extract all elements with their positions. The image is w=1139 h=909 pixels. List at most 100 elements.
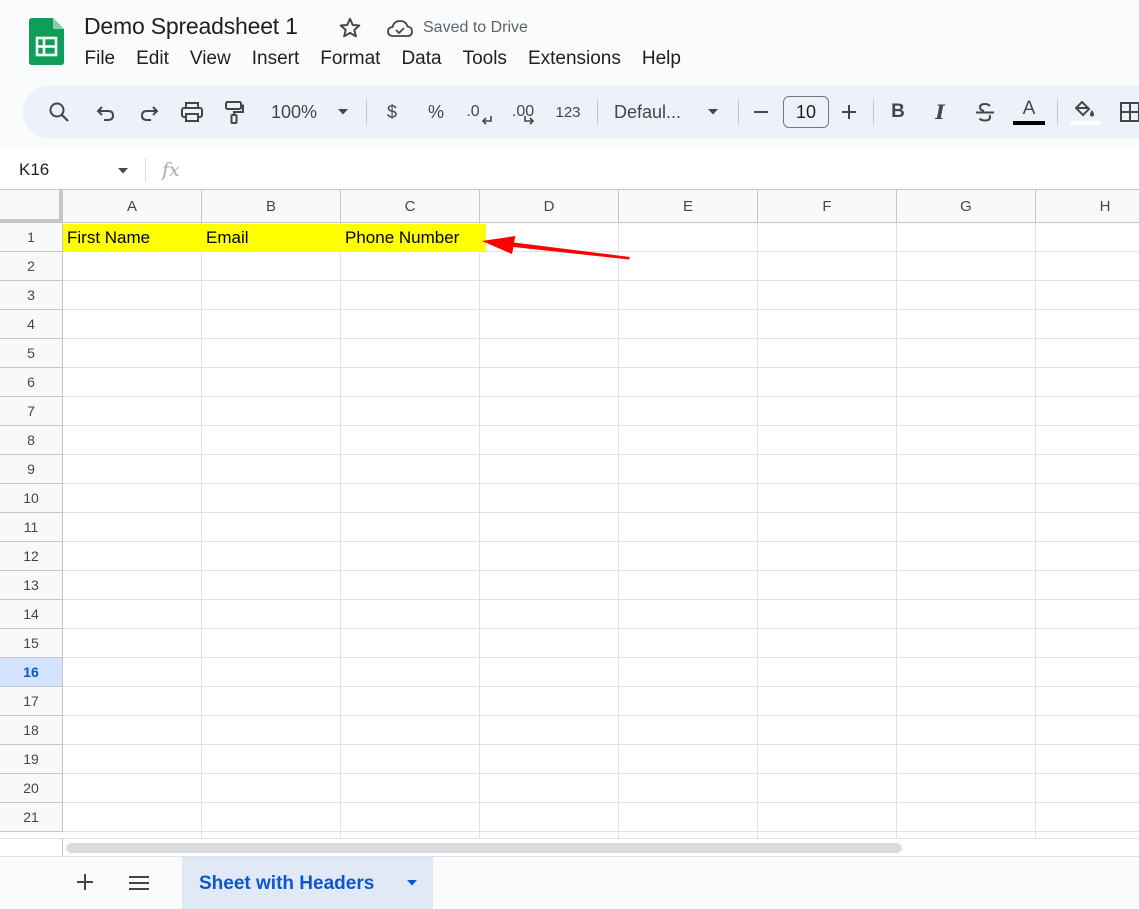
toolbar-divider xyxy=(597,99,598,125)
percent-button[interactable]: % xyxy=(422,86,450,138)
menu-file[interactable]: File xyxy=(74,48,126,72)
row-header-9[interactable]: 9 xyxy=(0,455,63,484)
row-gridline xyxy=(63,425,1139,426)
italic-button[interactable]: I xyxy=(928,86,952,138)
row-header-20[interactable]: 20 xyxy=(0,774,63,803)
row-gridline xyxy=(63,338,1139,339)
name-box[interactable]: K16 xyxy=(19,160,49,180)
row-gridline xyxy=(63,280,1139,281)
add-sheet-button[interactable] xyxy=(72,869,98,895)
column-header-e[interactable]: E xyxy=(619,190,758,223)
column-gridline xyxy=(201,223,202,838)
row-gridline xyxy=(63,309,1139,310)
caret-down-icon[interactable] xyxy=(117,167,129,175)
cell-b1[interactable]: Email xyxy=(202,224,341,252)
row-header-15[interactable]: 15 xyxy=(0,629,63,658)
increase-decimal-button[interactable]: .00 xyxy=(506,86,542,138)
menu-bar: File Edit View Insert Format Data Tools … xyxy=(74,48,691,72)
more-formats-button[interactable]: 123 xyxy=(552,86,584,138)
sheet-tab-active[interactable]: Sheet with Headers xyxy=(182,857,433,909)
column-header-d[interactable]: D xyxy=(480,190,619,223)
undo-button[interactable] xyxy=(92,86,120,138)
text-color-button[interactable]: A xyxy=(1010,86,1048,138)
horizontal-scrollbar[interactable] xyxy=(63,838,1139,856)
toolbar-divider xyxy=(738,99,739,125)
row-header-1[interactable]: 1 xyxy=(0,223,63,252)
row-header-12[interactable]: 12 xyxy=(0,542,63,571)
row-header-10[interactable]: 10 xyxy=(0,484,63,513)
paint-format-button[interactable] xyxy=(221,86,247,138)
font-family-select[interactable]: Defaul... xyxy=(614,86,692,138)
font-size-input[interactable]: 10 xyxy=(783,96,829,128)
currency-button[interactable]: $ xyxy=(380,86,404,138)
menu-tools[interactable]: Tools xyxy=(452,48,517,72)
bold-button[interactable]: B xyxy=(886,86,910,138)
row-gridline xyxy=(63,802,1139,803)
redo-button[interactable] xyxy=(135,86,163,138)
formula-bar-divider xyxy=(145,158,146,182)
all-sheets-menu-icon[interactable] xyxy=(126,871,152,895)
column-header-f[interactable]: F xyxy=(758,190,897,223)
spreadsheet-grid[interactable]: A B C D E F G H First Name Email Phone N… xyxy=(0,190,1139,838)
caret-down-icon xyxy=(338,109,348,115)
menu-extensions[interactable]: Extensions xyxy=(517,48,631,72)
row-header-16[interactable]: 16 xyxy=(0,658,63,687)
row-header-21[interactable]: 21 xyxy=(0,803,63,832)
menu-format[interactable]: Format xyxy=(310,48,391,72)
print-button[interactable] xyxy=(178,86,206,138)
select-all-corner[interactable] xyxy=(0,190,63,223)
menu-edit[interactable]: Edit xyxy=(126,48,180,72)
row-header-3[interactable]: 3 xyxy=(0,281,63,310)
menu-view[interactable]: View xyxy=(179,48,241,72)
row-header-17[interactable]: 17 xyxy=(0,687,63,716)
borders-button[interactable] xyxy=(1116,86,1139,138)
row-header-14[interactable]: 14 xyxy=(0,600,63,629)
row-gridline xyxy=(63,570,1139,571)
row-header-18[interactable]: 18 xyxy=(0,716,63,745)
cloud-saved-icon[interactable] xyxy=(386,17,414,39)
formula-input[interactable] xyxy=(195,158,1115,182)
row-header-2[interactable]: 2 xyxy=(0,252,63,281)
row-header-4[interactable]: 4 xyxy=(0,310,63,339)
menu-data[interactable]: Data xyxy=(391,48,452,72)
menu-help[interactable]: Help xyxy=(631,48,691,72)
document-title[interactable]: Demo Spreadsheet 1 xyxy=(84,13,298,40)
font-dropdown-button[interactable] xyxy=(704,86,722,138)
increase-font-size-button[interactable] xyxy=(838,86,860,138)
column-gridline xyxy=(618,223,619,838)
search-button[interactable] xyxy=(44,86,74,138)
row-gridline xyxy=(63,628,1139,629)
menu-insert[interactable]: Insert xyxy=(241,48,310,72)
fx-icon: fx xyxy=(162,159,180,181)
row-gridline xyxy=(63,483,1139,484)
star-icon[interactable] xyxy=(337,15,363,41)
undo-icon xyxy=(96,106,115,121)
cell-c1[interactable]: Phone Number xyxy=(341,224,486,252)
caret-down-icon[interactable] xyxy=(406,879,418,887)
row-header-5[interactable]: 5 xyxy=(0,339,63,368)
column-header-a[interactable]: A xyxy=(63,190,202,223)
sheets-logo-icon[interactable] xyxy=(29,18,64,65)
decrease-decimal-label: .0 xyxy=(466,103,480,120)
zoom-dropdown-button[interactable] xyxy=(334,86,352,138)
row-header-13[interactable]: 13 xyxy=(0,571,63,600)
strikethrough-button[interactable] xyxy=(972,86,998,138)
cell-a1[interactable]: First Name xyxy=(63,224,202,252)
scrollbar-corner xyxy=(0,838,63,856)
decrease-font-size-button[interactable] xyxy=(750,86,772,138)
fill-color-button[interactable] xyxy=(1068,86,1102,138)
column-header-c[interactable]: C xyxy=(341,190,480,223)
row-header-7[interactable]: 7 xyxy=(0,397,63,426)
column-header-h[interactable]: H xyxy=(1036,190,1139,223)
zoom-select[interactable]: 100% xyxy=(264,86,324,138)
column-header-g[interactable]: G xyxy=(897,190,1036,223)
row-header-6[interactable]: 6 xyxy=(0,368,63,397)
row-header-19[interactable]: 19 xyxy=(0,745,63,774)
row-gridline xyxy=(63,541,1139,542)
row-gridline xyxy=(63,657,1139,658)
decrease-decimal-button[interactable]: .0 xyxy=(462,86,496,138)
scrollbar-thumb[interactable] xyxy=(66,843,902,853)
row-header-11[interactable]: 11 xyxy=(0,513,63,542)
row-header-8[interactable]: 8 xyxy=(0,426,63,455)
column-header-b[interactable]: B xyxy=(202,190,341,223)
